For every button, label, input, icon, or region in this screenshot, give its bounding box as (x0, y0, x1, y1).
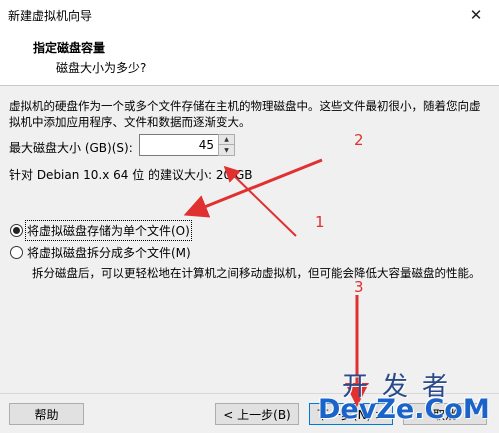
back-button[interactable]: < 上一步(B) (215, 403, 299, 425)
disk-size-input[interactable]: 45 (139, 134, 219, 156)
radio-selected-icon[interactable] (10, 224, 23, 237)
disk-description: 虚拟机的硬盘作为一个或多个文件存储在主机的物理磁盘中。这些文件最初很小，随着您向… (9, 99, 481, 129)
radio-unselected-icon[interactable] (10, 246, 23, 259)
footer-divider (0, 393, 499, 394)
annotation-3: 3 (354, 278, 364, 296)
spinner-up-icon[interactable]: ▲ (219, 135, 234, 145)
close-icon[interactable]: ✕ (453, 0, 499, 30)
window-title: 新建虚拟机向导 (8, 8, 93, 23)
next-button[interactable]: 下一步(N) > (309, 403, 393, 425)
spinner-down-icon[interactable]: ▼ (219, 145, 234, 155)
annotation-2: 2 (354, 131, 364, 149)
cancel-button[interactable]: 取消 (403, 403, 487, 425)
disk-size-label: 最大磁盘大小 (GB)(S): (9, 141, 133, 155)
page-subtitle: 磁盘大小为多少? (56, 61, 147, 75)
annotation-1: 1 (315, 213, 325, 231)
split-description: 拆分磁盘后，可以更轻松地在计算机之间移动虚拟机，但可能会降低大容量磁盘的性能。 (32, 266, 481, 280)
disk-size-spinner[interactable]: ▲ ▼ (218, 134, 235, 156)
single-file-label[interactable]: 将虚拟磁盘存储为单个文件(O) (25, 220, 192, 241)
title-bar: 新建虚拟机向导 ✕ (0, 0, 499, 30)
wizard-header: 指定磁盘容量 磁盘大小为多少? (0, 30, 499, 86)
watermark-line1: 开发者 (342, 372, 463, 402)
help-button[interactable]: 帮助 (9, 403, 84, 425)
recommended-size-text: 针对 Debian 10.x 64 位 的建议大小: 20 GB (9, 168, 253, 182)
page-title: 指定磁盘容量 (33, 41, 106, 55)
split-file-label[interactable]: 将虚拟磁盘拆分成多个文件(M) (27, 244, 191, 261)
wizard-window: 新建虚拟机向导 ✕ 指定磁盘容量 磁盘大小为多少? 虚拟机的硬盘作为一个或多个文… (0, 0, 499, 433)
split-file-option[interactable]: 将虚拟磁盘拆分成多个文件(M) (10, 244, 191, 261)
single-file-option[interactable]: 将虚拟磁盘存储为单个文件(O) (10, 220, 192, 241)
